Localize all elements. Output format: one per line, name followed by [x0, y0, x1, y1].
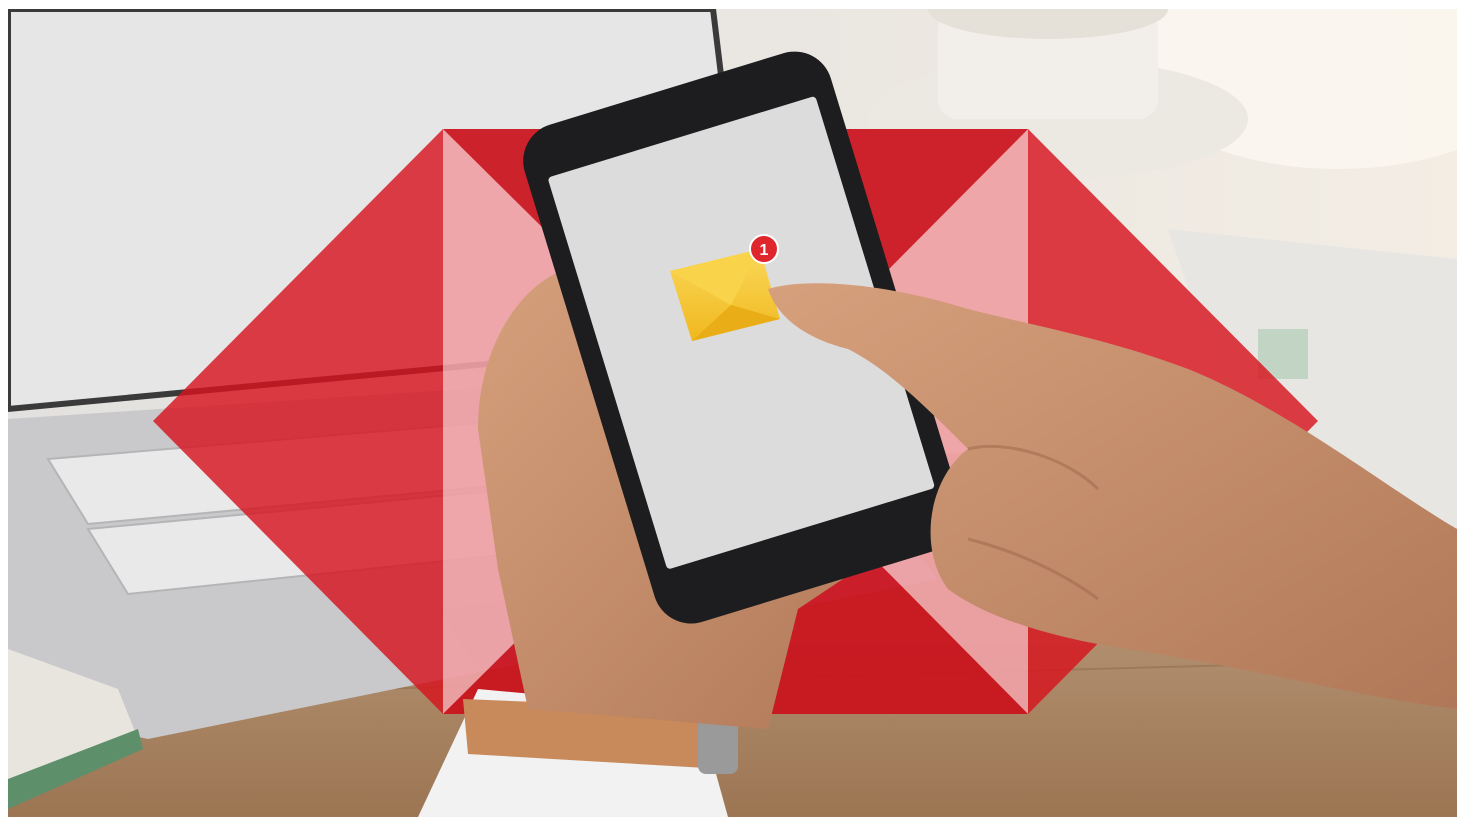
photo-scene: 1: [8, 9, 1457, 817]
notification-badge-icon: 1: [749, 234, 779, 264]
photo-illustration: 1: [8, 9, 1457, 817]
notification-badge-count: 1: [760, 242, 769, 259]
